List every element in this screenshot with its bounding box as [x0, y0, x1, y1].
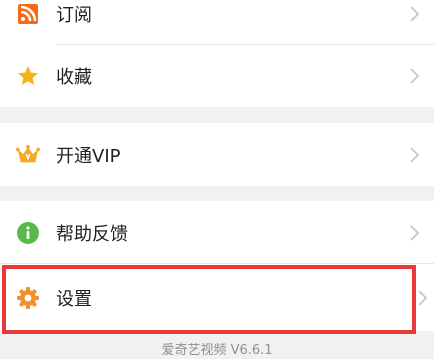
menu-item-help-label: 帮助反馈 [56, 223, 128, 245]
menu-item-favorites[interactable]: 收藏 [0, 45, 434, 107]
info-icon [16, 221, 40, 245]
menu-item-vip-label: 开通VIP [56, 145, 121, 167]
menu-item-favorites-label: 收藏 [56, 67, 92, 88]
menu-group-library: 订阅 收藏 [0, 0, 434, 107]
menu-item-settings[interactable]: 设置 [0, 264, 434, 331]
menu-item-settings-label: 设置 [56, 288, 92, 310]
chevron-right-icon [418, 289, 428, 306]
menu-group-vip: 开通VIP [0, 123, 434, 186]
chevron-right-icon [410, 68, 420, 84]
menu-item-help[interactable]: 帮助反馈 [0, 201, 434, 264]
rss-icon [16, 2, 40, 26]
star-icon [16, 64, 40, 88]
app-version-text: 爱奇艺视频 V6.6.1 [161, 343, 273, 358]
crown-icon [16, 143, 40, 167]
gear-icon [16, 286, 40, 310]
chevron-right-icon [410, 146, 420, 163]
menu-item-subscribe[interactable]: 订阅 [0, 0, 434, 45]
chevron-right-icon [410, 6, 420, 22]
menu-group-support: 帮助反馈 设置 [0, 201, 434, 331]
menu-item-subscribe-label: 订阅 [56, 5, 92, 26]
menu-item-vip[interactable]: 开通VIP [0, 123, 434, 186]
chevron-right-icon [410, 224, 420, 241]
